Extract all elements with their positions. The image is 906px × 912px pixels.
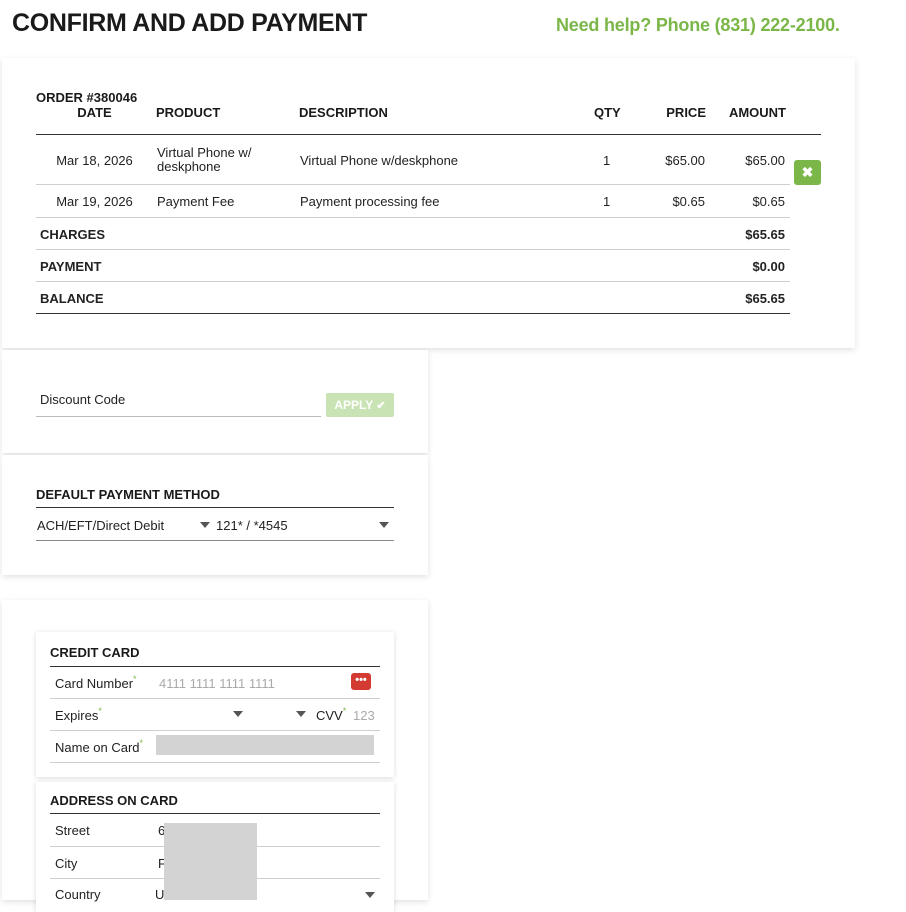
payment-method-heading: DEFAULT PAYMENT METHOD (36, 487, 220, 502)
password-manager-dots: ••• (355, 674, 367, 686)
row-amount: $65.00 (745, 153, 785, 168)
row-divider (50, 762, 380, 763)
address-heading: ADDRESS ON CARD (50, 793, 178, 808)
card-number-label-text: Card Number (55, 676, 134, 691)
close-icon: ✖ (801, 164, 814, 180)
header-divider (36, 134, 821, 135)
discount-code-input[interactable]: Discount Code (36, 392, 321, 417)
description-header: DESCRIPTION (299, 105, 388, 120)
payment-label: PAYMENT (40, 259, 102, 274)
row-product: Virtual Phone w/ deskphone (157, 145, 252, 174)
required-mark: * (342, 706, 347, 716)
row-qty: 1 (603, 153, 611, 168)
row-divider (36, 217, 790, 218)
row-amount: $0.65 (752, 194, 785, 209)
page-title: CONFIRM AND ADD PAYMENT (12, 9, 368, 37)
check-icon: ✔ (376, 400, 386, 412)
payment-method-select[interactable]: ACH/EFT/Direct Debit (36, 510, 214, 541)
apply-label: APPLY (334, 398, 374, 412)
charges-value: $65.65 (745, 227, 785, 242)
name-on-card-input[interactable] (156, 735, 374, 755)
cvv-placeholder: 123 (353, 708, 375, 723)
name-on-card-label: Name on Card* (55, 738, 144, 755)
cvv-input[interactable]: 123 (350, 703, 380, 727)
discount-code-placeholder: Discount Code (40, 392, 126, 407)
row-divider (50, 698, 380, 699)
product-header: PRODUCT (156, 105, 221, 120)
chevron-down-icon (296, 711, 306, 717)
section-divider (36, 507, 394, 508)
row-date: Mar 19, 2026 (56, 194, 133, 209)
cvv-label: CVV* (316, 706, 347, 723)
balance-label: BALANCE (40, 291, 104, 306)
password-manager-icon[interactable]: ••• (351, 673, 371, 690)
row-description: Payment processing fee (300, 194, 440, 209)
credit-card-heading: CREDIT CARD (50, 645, 140, 660)
row-divider (36, 249, 790, 250)
section-divider (50, 813, 380, 814)
payment-account-select[interactable]: 121* / *4545 (214, 510, 394, 541)
date-header: DATE (77, 105, 112, 120)
card-number-input[interactable]: 4111 1111 1111 1111 (155, 670, 345, 696)
balance-value: $65.65 (745, 291, 785, 306)
payment-account-value: 121* / *4545 (216, 518, 288, 533)
chevron-down-icon (233, 711, 243, 717)
cvv-label-text: CVV (316, 708, 343, 723)
required-mark: * (139, 738, 144, 748)
expires-label: Expires* (55, 706, 102, 723)
charges-label: CHARGES (40, 227, 106, 242)
payment-value: $0.00 (752, 259, 785, 274)
expiry-month-select[interactable] (110, 703, 252, 727)
chevron-down-icon (365, 892, 375, 898)
city-label: City (55, 856, 78, 871)
amount-header: AMOUNT (728, 105, 786, 120)
street-label: Street (55, 823, 90, 838)
row-qty: 1 (603, 194, 611, 209)
help-phone: Need help? Phone (831) 222-2100. (556, 15, 840, 35)
payment-method-value: ACH/EFT/Direct Debit (37, 518, 165, 533)
row-price: $0.65 (672, 194, 705, 209)
redaction-block (164, 823, 257, 900)
row-description: Virtual Phone w/deskphone (300, 153, 459, 168)
name-on-card-label-text: Name on Card (55, 740, 140, 755)
required-mark: * (98, 706, 102, 716)
order-number-header: ORDER #380046 (36, 90, 138, 105)
row-product: Payment Fee (157, 194, 235, 209)
card-number-label: Card Number* (55, 674, 137, 691)
row-date: Mar 18, 2026 (56, 153, 133, 168)
row-price: $65.00 (665, 153, 705, 168)
qty-header: QTY (594, 105, 621, 120)
row-divider (36, 184, 790, 185)
chevron-down-icon (200, 522, 210, 528)
row-divider (50, 730, 380, 731)
expires-label-text: Expires (55, 708, 99, 723)
section-divider (50, 666, 380, 667)
row-divider (36, 281, 790, 282)
apply-button[interactable]: APPLY ✔ (326, 393, 394, 417)
required-mark: * (133, 674, 137, 684)
chevron-down-icon (379, 522, 389, 528)
remove-item-button[interactable]: ✖ (794, 160, 821, 185)
price-header: PRICE (666, 105, 706, 120)
totals-divider (36, 313, 790, 314)
card-number-placeholder: 4111 1111 1111 1111 (159, 676, 275, 691)
expiry-year-select[interactable] (252, 703, 312, 727)
